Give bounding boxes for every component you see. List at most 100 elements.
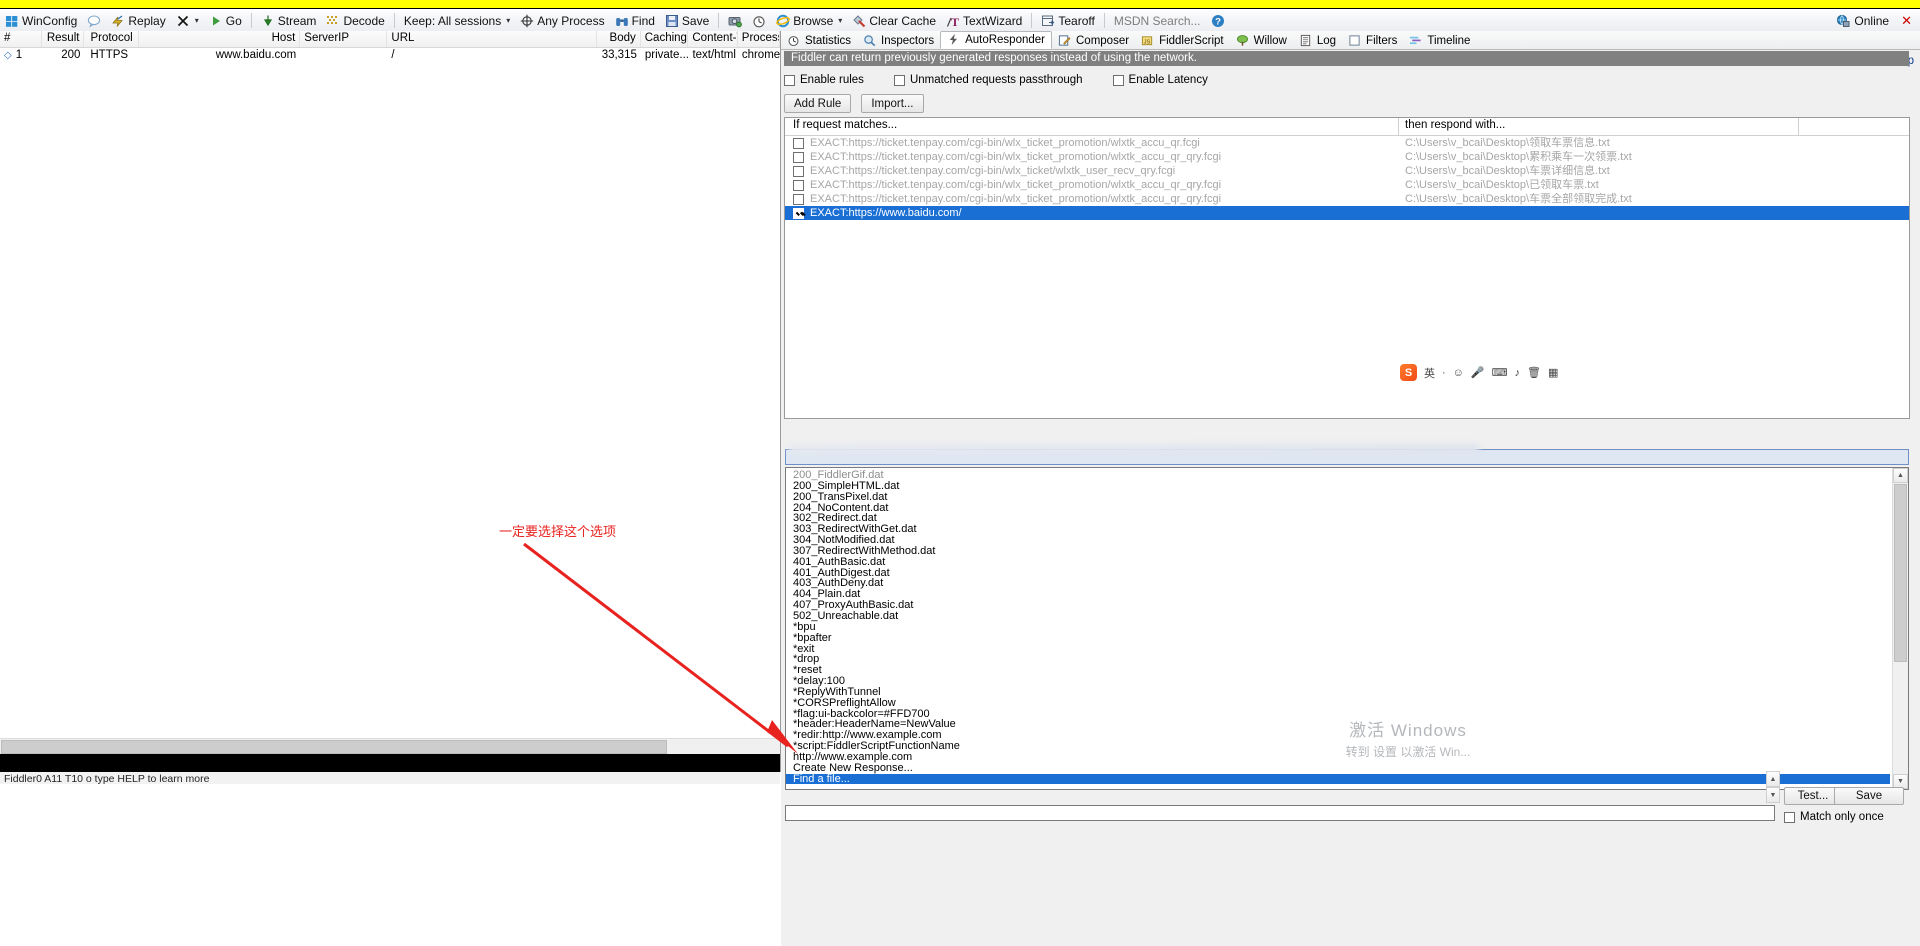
add-rule-button[interactable]: Add Rule <box>784 94 852 113</box>
toolbar-msdn-search-field[interactable]: MSDN Search... <box>1109 11 1206 30</box>
dropdown-scrollbar[interactable]: ▲ ▼ <box>1892 468 1908 789</box>
toolbar-save-button[interactable]: Save <box>660 11 714 30</box>
list-item[interactable]: 307_RedirectWithMethod.dat <box>786 545 1890 557</box>
chevron-down-icon[interactable]: ▾ <box>195 16 199 25</box>
list-item[interactable]: *bpafter <box>786 632 1890 644</box>
rule-enabled-checkbox[interactable] <box>793 193 804 205</box>
column-header-result[interactable]: Result <box>42 31 85 47</box>
list-item[interactable]: 302_Redirect.dat <box>786 513 1890 524</box>
ime-punctuation-icon[interactable]: · <box>1442 367 1446 379</box>
list-item[interactable]: 401_AuthDigest.dat <box>786 567 1890 579</box>
list-item[interactable]: *ReplyWithTunnel <box>786 686 1890 698</box>
checkbox-box[interactable] <box>784 74 795 86</box>
rule-match-cell[interactable]: EXACT:https://www.baidu.com/ <box>785 207 1399 220</box>
list-item[interactable]: 303_RedirectWithGet.dat <box>786 524 1890 535</box>
toolbar-browse-button[interactable]: Browse ▾ <box>771 11 847 30</box>
scrollbar-thumb[interactable] <box>1894 484 1907 662</box>
tab-willow[interactable]: Willow <box>1230 32 1293 49</box>
ime-keyboard-icon[interactable]: ⌨ <box>1492 366 1508 379</box>
toolbar-replay-button[interactable]: Replay <box>106 11 170 30</box>
column-header-num[interactable]: # <box>0 31 43 47</box>
rules-grid[interactable]: If request matches... then respond with.… <box>784 117 1910 419</box>
rule-url-field[interactable] <box>785 444 1909 465</box>
list-item[interactable]: *delay:100 <box>786 676 1890 687</box>
toolbar-find-button[interactable]: Find <box>610 11 660 30</box>
sessions-horizontal-scrollbar[interactable] <box>0 738 780 754</box>
rule-enabled-checkbox[interactable] <box>793 137 804 149</box>
unmatched-passthrough-checkbox[interactable]: Unmatched requests passthrough <box>893 74 1083 86</box>
ime-menu-icon[interactable]: ▦ <box>1548 366 1558 379</box>
list-item[interactable]: 404_Plain.dat <box>786 589 1890 600</box>
toolbar-tearoff-button[interactable]: Tearoff <box>1036 11 1099 30</box>
list-item[interactable]: 401_AuthBasic.dat <box>786 556 1890 568</box>
column-header-then-respond-with[interactable]: then respond with... <box>1399 118 1799 135</box>
ime-toolbox-icon[interactable]: 🗑 <box>1527 366 1541 379</box>
scrollbar-thumb[interactable] <box>1 740 667 754</box>
rule-match-cell[interactable]: EXACT:https://ticket.tenpay.com/cgi-bin/… <box>785 193 1399 206</box>
save-rule-button[interactable]: Save <box>1834 787 1904 805</box>
table-row[interactable]: EXACT:https://ticket.tenpay.com/cgi-bin/… <box>785 164 1909 178</box>
rule-enabled-checkbox[interactable] <box>793 179 804 191</box>
tab-statistics[interactable]: Statistics <box>781 32 857 49</box>
column-header-host[interactable]: Host <box>139 31 301 47</box>
ime-language-label[interactable]: 英 <box>1424 365 1435 381</box>
column-header-url[interactable]: URL <box>387 31 597 47</box>
toolbar-timer-button[interactable] <box>747 11 771 30</box>
ime-voice-icon[interactable]: 🎤 <box>1471 366 1485 379</box>
rule-match-cell[interactable]: EXACT:https://ticket.tenpay.com/cgi-bin/… <box>785 165 1399 178</box>
toolbar-decode-button[interactable]: Decode <box>321 11 389 30</box>
online-status-button[interactable]: Online <box>1836 14 1895 28</box>
find-file-input[interactable] <box>785 805 1775 821</box>
spinner-up-icon[interactable]: ▲ <box>1766 771 1780 787</box>
close-window-button[interactable]: ✕ <box>1895 13 1920 29</box>
list-item[interactable]: 204_NoContent.dat <box>786 502 1890 514</box>
list-item[interactable]: Create New Response... <box>786 762 1890 774</box>
list-item[interactable]: 200_SimpleHTML.dat <box>786 480 1890 492</box>
enable-rules-checkbox[interactable]: Enable rules <box>784 74 864 86</box>
sessions-list-panel[interactable]: # Result Protocol Host ServerIP URL Body… <box>0 31 781 772</box>
table-row[interactable]: EXACT:https://ticket.tenpay.com/cgi-bin/… <box>785 192 1909 206</box>
list-item[interactable]: 407_ProxyAuthBasic.dat <box>786 600 1890 611</box>
checkbox-box[interactable] <box>1784 811 1795 823</box>
enable-latency-checkbox[interactable]: Enable Latency <box>1112 74 1208 86</box>
list-item[interactable]: *bpu <box>786 621 1890 633</box>
sogou-logo-icon[interactable]: S <box>1400 364 1417 381</box>
scroll-up-arrow-icon[interactable]: ▲ <box>1893 468 1908 483</box>
toolbar-keep-dropdown[interactable]: Keep: All sessions ▾ <box>399 11 515 30</box>
tab-inspectors[interactable]: Inspectors <box>857 32 940 49</box>
list-item-selected[interactable]: Find a file... <box>786 773 1890 785</box>
toolbar-clear-cache-button[interactable]: Clear Cache <box>847 11 941 30</box>
toolbar-any-process-button[interactable]: Any Process <box>515 11 609 30</box>
list-item[interactable]: *CORSPreflightAllow <box>786 697 1890 709</box>
table-row[interactable]: ◇ 1 200 HTTPS www.baidu.com / 33,315 priv… <box>0 48 780 63</box>
rule-match-cell[interactable]: EXACT:https://ticket.tenpay.com/cgi-bin/… <box>785 151 1399 164</box>
column-header-content-type[interactable]: Content-Type <box>688 31 738 47</box>
list-item[interactable]: *exit <box>786 643 1890 655</box>
toolbar-screenshot-button[interactable] <box>723 11 747 30</box>
list-item[interactable]: 200_TransPixel.dat <box>786 491 1890 503</box>
toolbar-go-button[interactable]: Go <box>204 11 247 30</box>
latency-spinner[interactable]: ▲ ▼ <box>1766 771 1780 803</box>
rule-match-cell[interactable]: EXACT:https://ticket.tenpay.com/cgi-bin/… <box>785 137 1399 150</box>
ime-toolbar[interactable]: S 英 · ☺ 🎤 ⌨ ♪ 🗑 ▦ <box>1400 363 1563 382</box>
list-item[interactable]: 304_NotModified.dat <box>786 535 1890 546</box>
tab-autoresponder[interactable]: AutoResponder <box>940 31 1052 49</box>
list-item[interactable]: *drop <box>786 654 1890 665</box>
rule-enabled-checkbox[interactable] <box>793 151 804 163</box>
chevron-down-icon[interactable]: ▾ <box>506 16 510 25</box>
table-row[interactable]: EXACT:https://ticket.tenpay.com/cgi-bin/… <box>785 136 1909 150</box>
toolbar-comment-button[interactable] <box>82 11 106 30</box>
list-item[interactable]: *reset <box>786 665 1890 676</box>
table-row-selected[interactable]: EXACT:https://www.baidu.com/ <box>785 206 1909 220</box>
toolbar-winconfig-button[interactable]: WinConfig <box>0 11 82 30</box>
column-header-process[interactable]: Process <box>738 31 780 47</box>
list-item[interactable]: 200_FiddlerGif.dat <box>786 470 1890 481</box>
ime-emoji-icon[interactable]: ☺ <box>1453 367 1464 379</box>
spinner-down-icon[interactable]: ▼ <box>1766 787 1780 803</box>
toolbar-stream-button[interactable]: Stream <box>256 11 322 30</box>
column-header-caching[interactable]: Caching <box>641 31 689 47</box>
rule-enabled-checkbox[interactable] <box>793 207 804 219</box>
column-header-serverip[interactable]: ServerIP <box>300 31 388 47</box>
tab-fiddlerscript[interactable]: JS FiddlerScript <box>1135 32 1230 49</box>
toolbar-textwizard-button[interactable]: T TextWizard <box>941 11 1027 30</box>
